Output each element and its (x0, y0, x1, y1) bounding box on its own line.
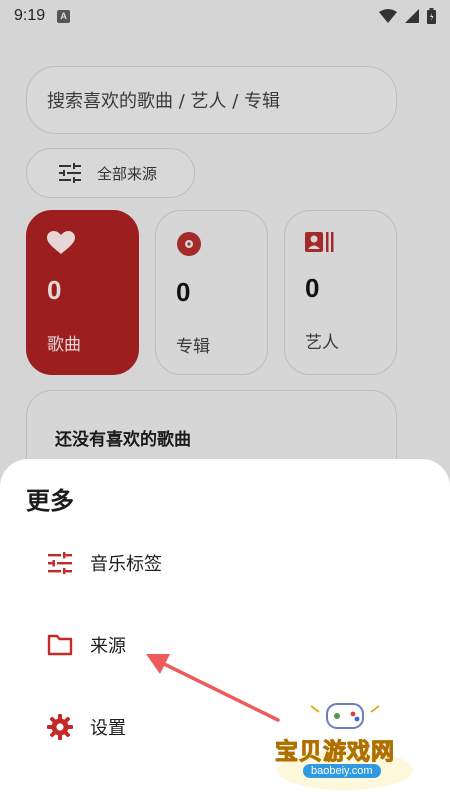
folder-icon (46, 631, 74, 659)
sheet-title: 更多 (26, 487, 74, 515)
signal-icon (405, 9, 419, 23)
tune-icon (46, 549, 74, 577)
status-bar: 9:19 A (0, 0, 450, 32)
empty-state-title: 还没有喜欢的歌曲 (55, 430, 191, 450)
menu-item-label: 音乐标签 (90, 554, 162, 575)
menu-item-label: 来源 (90, 636, 126, 657)
gear-icon (46, 713, 74, 741)
notification-badge: A (57, 9, 71, 23)
tune-icon (59, 163, 81, 183)
heart-icon (47, 231, 75, 254)
search-placeholder: 搜索喜欢的歌曲 / 艺人 / 专辑 (47, 91, 281, 112)
stat-count: 0 (176, 277, 191, 307)
watermark-logo: 宝贝游戏网 baobeiy.com (265, 700, 425, 792)
stat-count: 0 (47, 275, 62, 305)
annotation-arrow (146, 654, 280, 722)
stat-card-albums[interactable]: 0 专辑 (155, 210, 268, 375)
watermark-name: 宝贝游戏网 (275, 739, 395, 766)
stat-label: 艺人 (305, 333, 339, 353)
stat-label: 歌曲 (47, 335, 81, 355)
watermark-url: baobeiy.com (303, 764, 381, 778)
stat-label: 专辑 (176, 337, 210, 357)
menu-item-music-tags[interactable]: 音乐标签 (0, 533, 450, 593)
status-time: 9:19 (14, 7, 46, 24)
battery-icon (427, 8, 436, 24)
status-icons (379, 8, 436, 24)
search-input[interactable]: 搜索喜欢的歌曲 / 艺人 / 专辑 (26, 66, 397, 134)
menu-item-label: 设置 (90, 718, 126, 739)
source-filter-button[interactable]: 全部来源 (26, 148, 195, 198)
stat-card-songs[interactable]: 0 歌曲 (26, 210, 139, 375)
stat-card-artists[interactable]: 0 艺人 (284, 210, 397, 375)
stat-count: 0 (305, 273, 320, 303)
disc-icon (177, 232, 201, 256)
source-filter-label: 全部来源 (97, 164, 158, 183)
wifi-icon (379, 9, 397, 23)
artist-icon (305, 232, 334, 252)
